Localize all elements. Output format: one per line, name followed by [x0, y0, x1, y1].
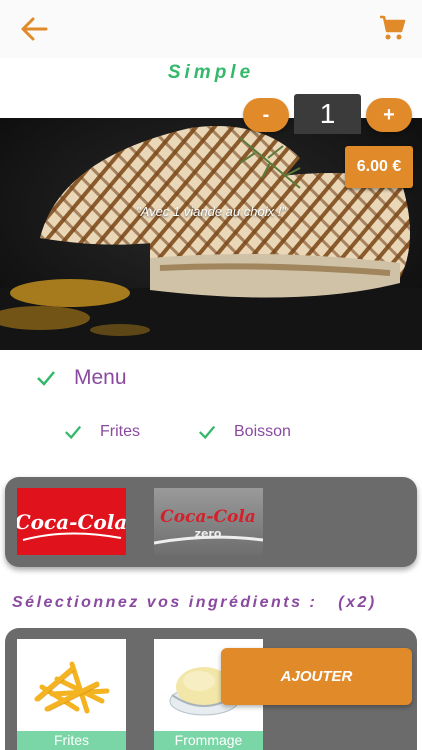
ingredient-label: Frommage: [154, 731, 263, 750]
product-title: Simple: [167, 62, 255, 83]
coca-cola-zero-logo: Coca-Cola zero: [154, 488, 263, 555]
option-frites[interactable]: Frites: [64, 423, 140, 441]
menu-label: Menu: [74, 366, 127, 389]
cart-icon[interactable]: [378, 14, 406, 42]
quantity-value: 1: [294, 94, 361, 134]
check-icon: [37, 371, 55, 386]
coca-cola-zero-logo-text: Coca-Cola: [160, 507, 256, 527]
menu-toggle[interactable]: Menu: [36, 366, 127, 390]
option-label: Boisson: [234, 423, 291, 440]
add-to-cart-button[interactable]: AJOUTER: [221, 648, 412, 705]
decrease-quantity-button[interactable]: -: [243, 98, 289, 132]
ingredient-frites[interactable]: Frites: [17, 639, 126, 750]
arrow-left-icon[interactable]: [20, 16, 48, 42]
drink-coca-cola-zero[interactable]: Coca-Cola zero: [154, 488, 263, 555]
price-badge: 6.00 €: [345, 146, 413, 188]
product-tagline: "Avec 1 viande au choix !": [136, 204, 286, 219]
option-boisson[interactable]: Boisson: [198, 423, 291, 441]
check-icon: [199, 425, 216, 440]
ingredients-title-text: Sélectionnez vos ingrédients :: [12, 594, 318, 611]
ingredients-count: (x2): [338, 594, 377, 611]
option-label: Frites: [100, 423, 140, 440]
fries-image: [34, 661, 110, 714]
coca-cola-logo-text: Coca-Cola: [17, 510, 126, 534]
increase-quantity-button[interactable]: +: [366, 98, 412, 132]
top-bar: [0, 0, 422, 58]
ingredients-title: Sélectionnez vos ingrédients : (x2): [12, 594, 377, 612]
drinks-panel: Coca-Cola Coca-Cola zero: [5, 477, 417, 567]
drink-coca-cola[interactable]: Coca-Cola: [17, 488, 126, 555]
coca-cola-logo: Coca-Cola: [17, 488, 126, 555]
check-icon: [65, 425, 82, 440]
ingredient-label: Frites: [17, 731, 126, 750]
